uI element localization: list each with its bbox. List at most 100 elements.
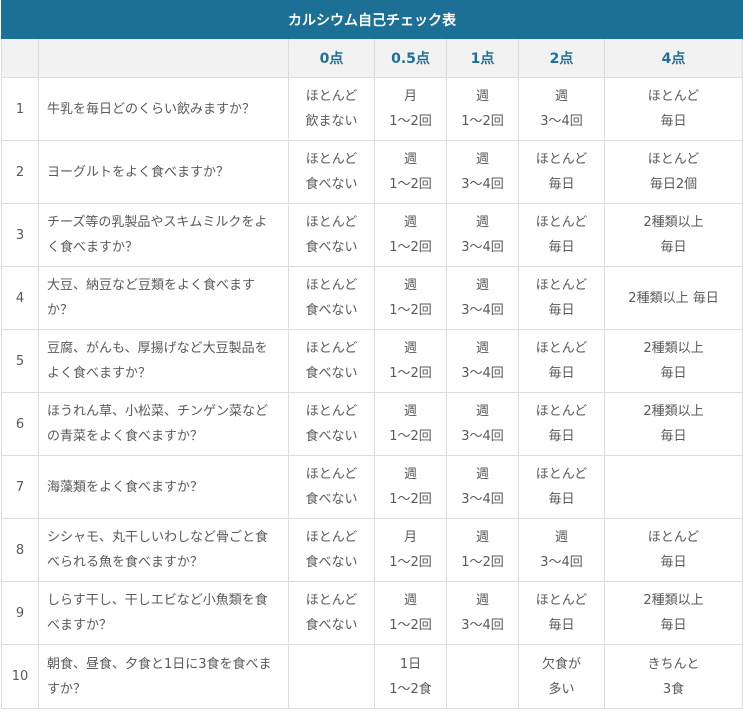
table-row: 3 チーズ等の乳製品やスキムミルクをよく食べますか？ ほとんど 食べない週 1～2回週 3… (1, 203, 743, 267)
question-cell: 豆腐、がんも、厚揚げなど大豆製品をよく食べますか？ (38, 329, 289, 393)
score-cell (288, 644, 375, 709)
score-cell: ほとんど 毎日 (518, 203, 605, 267)
score-cell: ほとんど 毎日2個 (603, 140, 743, 204)
score-text: 欠食が (541, 656, 581, 672)
score-text: ほとんど (535, 278, 588, 293)
score-cell: 週 3～4回 (446, 140, 519, 204)
score-cell: 2種類以上毎日 (603, 392, 743, 456)
score-cell: 週 3～4回 (446, 455, 519, 519)
score-text: 週 (403, 404, 417, 419)
score-text: 1～2食 (389, 681, 432, 697)
score-text: 3～4回 (461, 618, 504, 633)
score-text: 週 (475, 89, 489, 104)
score-text: 毎日 (548, 366, 575, 381)
score-text: 1日 (399, 656, 422, 672)
table-row: 10 朝食、昼食、夕食と1日に3食を食べますか？ 1日 1～2食 欠食が 多い きちんと 3食 (1, 644, 743, 709)
question-cell: しらす干し、干しエビなど小魚類を食べますか？ (38, 581, 289, 645)
table-row: 8 シシャモ、丸干しいわしなど骨ごと食べられる魚を食べますか？ ほとんど食べない 月 1… (1, 518, 743, 582)
score-cell: ほとんど 毎日 (518, 329, 605, 393)
score-cell: ほとんど 食べない (288, 581, 375, 645)
score-text: 2種類以上 (643, 593, 704, 608)
score-text: 2種類以上 毎日 (628, 290, 719, 306)
score-text: 3食 (662, 681, 685, 697)
score-text: 3～4回 (461, 429, 504, 444)
table-row: 2 ヨーグルトをよく食べますか？ ほとんど 食べない週 1～2回週 3～4回 ほとんど 毎日ほ… (1, 140, 743, 204)
score-text: 週 (475, 404, 489, 419)
score-text: 1～2回 (389, 618, 432, 633)
row-number: 9 (1, 581, 39, 645)
row-number: 3 (1, 203, 39, 267)
score-cell: きちんと 3食 (603, 644, 743, 709)
score-text: 3～4回 (461, 492, 504, 507)
score-text: 1～2回 (389, 366, 432, 381)
score-text: 週 (475, 215, 489, 230)
score-cell: 週 1～2回 (374, 266, 447, 330)
score-text: 毎日 (660, 114, 687, 129)
score-text: 食べない (305, 618, 358, 633)
score-text: 飲まない (305, 114, 358, 129)
score-text: 週 (403, 152, 417, 167)
question-cell: チーズ等の乳製品やスキムミルクをよく食べますか？ (38, 203, 289, 267)
score-text: 月 (403, 89, 417, 104)
table-row: 4 大豆、納豆など豆類をよく食べますか？ ほとんど 食べない週 1～2回週 3～4回 ほとん… (1, 266, 743, 330)
score-text: 週 (403, 467, 417, 482)
score-text: 3～4回 (461, 177, 504, 192)
score-cell: ほとんど 毎日 (518, 455, 605, 519)
score-text: 月 (403, 530, 417, 545)
score-text: 2種類以上 (643, 404, 704, 419)
score-text: 週 (475, 467, 489, 482)
score-text: 食べない (305, 555, 358, 570)
row-number: 1 (1, 77, 39, 141)
question-cell: ほうれん草、小松菜、チンゲン菜などの青菜をよく食べますか？ (38, 392, 289, 456)
score-text: ほとんど (305, 530, 358, 545)
score-text: 毎日 (660, 618, 687, 633)
header-cell-0-5-points: 0.5点 (374, 38, 447, 78)
score-text: 1～2回 (389, 240, 432, 255)
score-text: 3～4回 (461, 303, 504, 318)
question-cell: ヨーグルトをよく食べますか？ (38, 140, 289, 204)
score-text: 食べない (305, 366, 358, 381)
score-text: 毎日 (548, 303, 575, 318)
score-text: ほとんど (535, 404, 588, 419)
score-text: 毎日 (660, 429, 687, 444)
score-text: ほとんど (305, 278, 358, 293)
score-text: 1～2回 (389, 555, 432, 570)
header-cell-4-points: 4点 (603, 38, 743, 78)
score-text: 1～2回 (389, 303, 432, 318)
score-text: ほとんど (305, 341, 358, 356)
question-cell: 海藻類をよく食べますか？ (38, 455, 289, 519)
score-cell: 週 1～2回 (446, 77, 519, 141)
row-number: 10 (1, 644, 39, 709)
table-row: 7 海藻類をよく食べますか？ ほとんど 食べない週 1～2回週 3～4回 ほとんど 毎日 (1, 455, 743, 519)
score-text: ほとんど (647, 152, 700, 167)
score-cell: 1日 1～2食 (374, 644, 447, 709)
row-number: 4 (1, 266, 39, 330)
score-text: 毎日 (548, 492, 575, 507)
score-cell: ほとんど 食べない (288, 329, 375, 393)
score-cell: 週 3～4回 (446, 392, 519, 456)
score-text: ほとんど (535, 152, 588, 167)
calcium-check-table: カルシウム自己チェック表 0点 0.5点 1点 2点 4点 1 牛乳を毎日どのくら… (0, 0, 743, 709)
score-cell: 週 3～4回 (518, 518, 605, 582)
row-number: 8 (1, 518, 39, 582)
score-text: 1～2回 (461, 555, 504, 570)
score-text: ほとんど (535, 593, 588, 608)
score-cell: 月 1～2回 (374, 518, 447, 582)
score-text: 1～2回 (389, 492, 432, 507)
table-body: 1 牛乳を毎日どのくらい飲みますか？ ほとんど 飲まない月 1～2回週 1～2回週 3～4回… (1, 77, 743, 709)
score-text: 毎日 (660, 240, 687, 255)
score-cell: ほとんど 毎日 (518, 140, 605, 204)
header-row: 0点 0.5点 1点 2点 4点 (1, 38, 743, 78)
score-text: ほとんど (305, 593, 358, 608)
score-text: 1～2回 (389, 177, 432, 192)
score-text: 食べない (305, 303, 358, 318)
score-text: きちんと (647, 656, 700, 672)
score-text: 3～4回 (461, 366, 504, 381)
score-cell: 週 3～4回 (446, 266, 519, 330)
score-cell: ほとんど 食べない (288, 455, 375, 519)
score-cell: 週 1～2回 (374, 455, 447, 519)
score-cell: ほとんど 毎日 (518, 581, 605, 645)
score-text: 週 (403, 215, 417, 230)
score-text: 3～4回 (540, 114, 583, 129)
question-cell: シシャモ、丸干しいわしなど骨ごと食べられる魚を食べますか？ (38, 518, 289, 582)
